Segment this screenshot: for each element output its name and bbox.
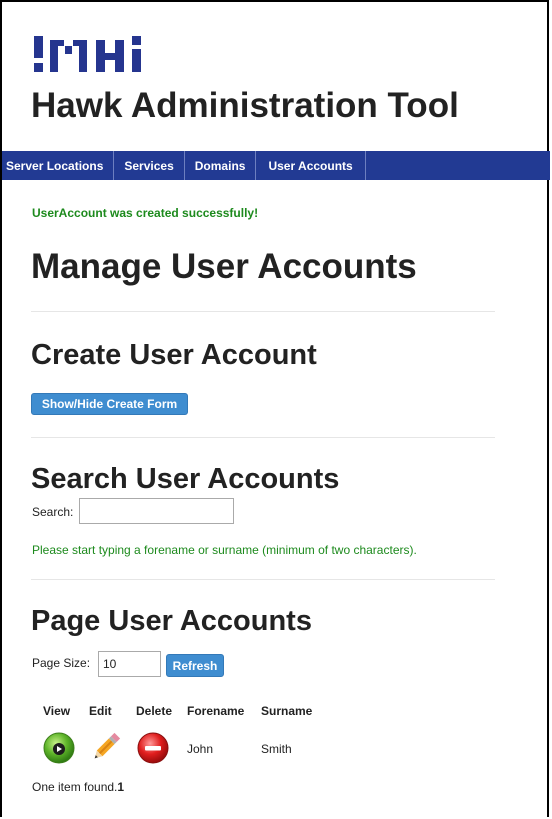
app-title: Hawk Administration Tool	[31, 86, 459, 125]
nav-services[interactable]: Services	[114, 151, 185, 180]
toggle-create-form-button[interactable]: Show/Hide Create Form	[31, 393, 188, 415]
divider	[31, 579, 495, 580]
search-label: Search:	[32, 505, 74, 519]
view-icon[interactable]	[42, 731, 76, 765]
paging-heading: Page User Accounts	[31, 605, 312, 637]
navbar: Server Locations Services Domains User A…	[2, 151, 550, 180]
page-size-label: Page Size:	[32, 656, 91, 670]
result-count: One item found.1	[32, 780, 124, 794]
col-header-view: View	[43, 704, 71, 718]
divider	[31, 437, 495, 438]
col-header-surname: Surname	[261, 704, 313, 718]
page-title: Manage User Accounts	[31, 247, 417, 286]
success-message: UserAccount was created successfully!	[32, 206, 259, 220]
page-size-input[interactable]	[98, 651, 161, 677]
cell-forename: John	[187, 742, 214, 756]
nav-domains[interactable]: Domains	[185, 151, 257, 180]
search-hint: Please start typing a forename or surnam…	[32, 543, 417, 557]
delete-icon[interactable]	[136, 731, 170, 765]
edit-icon[interactable]	[88, 729, 124, 765]
search-input[interactable]	[79, 498, 234, 524]
refresh-button[interactable]: Refresh	[166, 654, 224, 677]
col-header-edit: Edit	[89, 704, 112, 718]
nav-user-accounts[interactable]: User Accounts	[256, 151, 366, 180]
logo	[34, 36, 160, 74]
search-heading: Search User Accounts	[31, 463, 340, 495]
create-heading: Create User Account	[31, 339, 317, 371]
result-text: One item found.	[32, 780, 118, 794]
nav-server-locations[interactable]: Server Locations	[2, 151, 115, 180]
page-link[interactable]: 1	[117, 780, 124, 794]
col-header-delete: Delete	[136, 704, 173, 718]
col-header-forename: Forename	[187, 704, 245, 718]
cell-surname: Smith	[261, 742, 292, 756]
divider	[31, 311, 495, 312]
